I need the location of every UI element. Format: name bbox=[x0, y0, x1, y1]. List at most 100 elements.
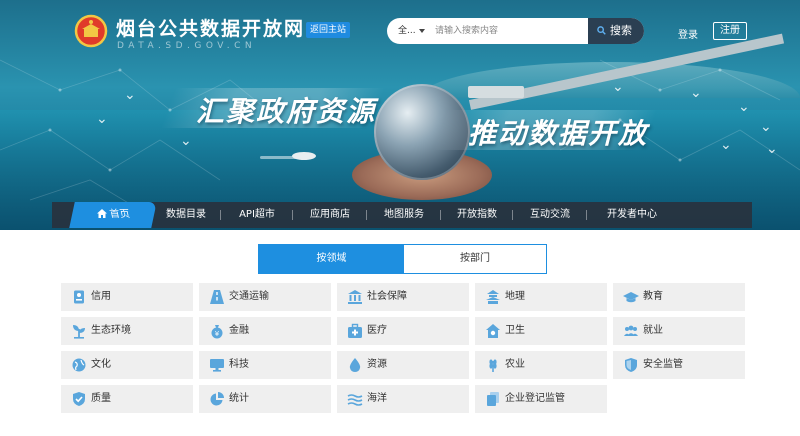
users-icon bbox=[624, 325, 638, 336]
graduation-cap-icon bbox=[623, 292, 639, 303]
category-label: 金融 bbox=[229, 325, 249, 336]
category-label: 教育 bbox=[643, 291, 663, 302]
seagull-icon: ⌄ bbox=[720, 137, 732, 153]
category-label: 卫生 bbox=[505, 325, 525, 336]
seagull-icon: ⌄ bbox=[612, 79, 624, 95]
category-medical[interactable]: 医疗 bbox=[337, 317, 469, 345]
seagull-icon: ⌄ bbox=[766, 141, 778, 157]
house-icon bbox=[486, 324, 500, 338]
nav-divider bbox=[366, 210, 367, 220]
category-label: 交通运输 bbox=[229, 291, 269, 302]
site-subtitle: DATA.SD.GOV.CN bbox=[117, 41, 257, 51]
badge-shield-icon bbox=[73, 392, 85, 406]
nav-divider bbox=[292, 210, 293, 220]
nav-divider bbox=[512, 210, 513, 220]
seagull-icon: ⌄ bbox=[760, 119, 772, 135]
search-button-label: 搜索 bbox=[610, 24, 632, 37]
seagull-icon: ⌄ bbox=[738, 99, 750, 115]
home-icon bbox=[96, 209, 107, 218]
category-label: 地理 bbox=[505, 291, 525, 302]
category-safety-supervision[interactable]: 安全监管 bbox=[613, 351, 745, 379]
category-employment[interactable]: 就业 bbox=[613, 317, 745, 345]
category-enterprise-registration[interactable]: 企业登记监管 bbox=[475, 385, 607, 413]
tab-by-domain[interactable]: 按领域 bbox=[259, 245, 404, 273]
seagull-icon: ⌄ bbox=[124, 87, 136, 103]
pagoda-icon bbox=[486, 290, 500, 304]
nav-item-home[interactable]: 首页 bbox=[69, 202, 157, 228]
shield-icon bbox=[625, 358, 637, 372]
nav-item-label: 首页 bbox=[108, 209, 131, 220]
medical-kit-icon bbox=[348, 323, 362, 338]
globe-icon bbox=[72, 358, 86, 372]
search-icon bbox=[597, 26, 606, 35]
speedboat bbox=[292, 152, 316, 160]
nav-divider bbox=[586, 210, 587, 220]
search-bar: 全... 搜索 bbox=[387, 18, 644, 44]
nav-item-interaction[interactable]: 互动交流 bbox=[516, 202, 584, 228]
category-label: 质量 bbox=[91, 393, 111, 404]
category-transportation[interactable]: 交通运输 bbox=[199, 283, 331, 311]
category-education[interactable]: 教育 bbox=[613, 283, 745, 311]
main-nav: 首页 数据目录 API超市 应用商店 地图服务 开放指数 互动交流 开发者中心 bbox=[52, 202, 752, 228]
nav-item-map-service[interactable]: 地图服务 bbox=[370, 202, 438, 228]
nav-item-open-index[interactable]: 开放指数 bbox=[444, 202, 510, 228]
category-label: 就业 bbox=[643, 325, 663, 336]
pie-chart-icon bbox=[210, 392, 224, 406]
nav-item-api-market[interactable]: API超市 bbox=[224, 202, 290, 228]
category-label: 医疗 bbox=[367, 325, 387, 336]
category-culture[interactable]: 文化 bbox=[61, 351, 193, 379]
category-credit[interactable]: 信用 bbox=[61, 283, 193, 311]
svg-text:¥: ¥ bbox=[215, 330, 220, 338]
category-health[interactable]: 卫生 bbox=[475, 317, 607, 345]
category-label: 农业 bbox=[505, 359, 525, 370]
category-label: 科技 bbox=[229, 359, 249, 370]
site-title[interactable]: 烟台公共数据开放网 bbox=[116, 14, 305, 41]
category-label: 企业登记监管 bbox=[505, 393, 565, 404]
search-button[interactable]: 搜索 bbox=[588, 18, 644, 44]
return-home-button[interactable]: 返回主站 bbox=[306, 22, 351, 38]
nav-item-data-catalog[interactable]: 数据目录 bbox=[154, 202, 218, 228]
category-agriculture[interactable]: 农业 bbox=[475, 351, 607, 379]
category-resources[interactable]: 资源 bbox=[337, 351, 469, 379]
national-emblem-logo[interactable] bbox=[74, 14, 108, 50]
search-input[interactable] bbox=[435, 22, 585, 40]
bank-icon bbox=[348, 290, 362, 304]
category-label: 统计 bbox=[229, 393, 249, 404]
seagull-icon: ⌄ bbox=[96, 111, 108, 127]
category-quality[interactable]: 质量 bbox=[61, 385, 193, 413]
nav-item-app-store[interactable]: 应用商店 bbox=[296, 202, 364, 228]
water-drop-icon bbox=[349, 358, 361, 372]
nav-divider bbox=[220, 210, 221, 220]
category-label: 文化 bbox=[91, 359, 111, 370]
road-icon bbox=[210, 290, 224, 304]
category-label: 社会保障 bbox=[367, 291, 407, 302]
login-link[interactable]: 登录 bbox=[678, 26, 698, 41]
seagull-icon: ⌄ bbox=[690, 85, 702, 101]
wheat-icon bbox=[489, 359, 497, 372]
category-social-security[interactable]: 社会保障 bbox=[337, 283, 469, 311]
category-tabs: 按领域 按部门 bbox=[258, 244, 547, 274]
search-scope-select[interactable]: 全... bbox=[387, 18, 433, 44]
chevron-down-icon bbox=[419, 29, 425, 33]
category-technology[interactable]: 科技 bbox=[199, 351, 331, 379]
category-geography[interactable]: 地理 bbox=[475, 283, 607, 311]
category-ecology[interactable]: 生态环境 bbox=[61, 317, 193, 345]
category-ocean[interactable]: 海洋 bbox=[337, 385, 469, 413]
documents-icon bbox=[487, 392, 499, 406]
nav-divider bbox=[440, 210, 441, 220]
nav-item-developer-center[interactable]: 开发者中心 bbox=[590, 202, 674, 228]
waves-icon bbox=[347, 394, 363, 406]
register-button[interactable]: 注册 bbox=[713, 22, 747, 40]
category-label: 海洋 bbox=[367, 393, 387, 404]
category-statistics[interactable]: 统计 bbox=[199, 385, 331, 413]
plant-icon bbox=[73, 325, 85, 339]
category-finance[interactable]: ¥ 金融 bbox=[199, 317, 331, 345]
money-bag-icon: ¥ bbox=[211, 325, 223, 339]
category-label: 生态环境 bbox=[91, 325, 131, 336]
search-scope-value: 全... bbox=[398, 26, 416, 36]
id-card-icon bbox=[74, 290, 84, 304]
tab-by-department[interactable]: 按部门 bbox=[404, 245, 546, 273]
seagull-icon: ⌄ bbox=[180, 133, 192, 149]
banner-slogan-right: 推动数据开放 bbox=[468, 117, 649, 150]
pier-pavilion bbox=[468, 86, 524, 98]
